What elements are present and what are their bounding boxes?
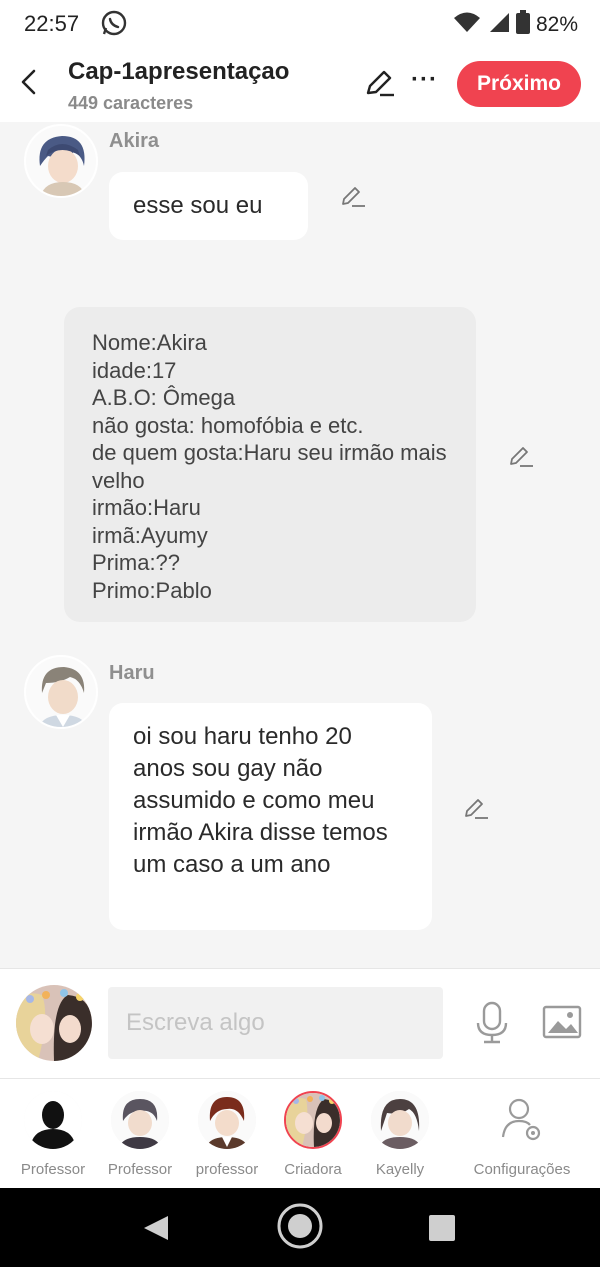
- chevron-left-icon: [21, 69, 36, 95]
- nav-home-icon[interactable]: [276, 1202, 324, 1255]
- character-count: 449 caracteres: [68, 93, 194, 113]
- character-avatar: [198, 1091, 256, 1149]
- composer-bar: [0, 968, 600, 1078]
- selected-character-avatar: [284, 1091, 342, 1149]
- microphone-icon[interactable]: [474, 1001, 510, 1050]
- pencil-icon: [366, 70, 394, 97]
- current-speaker-avatar[interactable]: [16, 985, 92, 1061]
- wifi-icon: [452, 11, 482, 38]
- character-label: Criadora: [284, 1161, 342, 1178]
- signal-icon: [488, 11, 510, 38]
- battery-percent: 82%: [535, 12, 578, 36]
- character-name-akira: Akira: [109, 130, 160, 152]
- character-label: Configurações: [473, 1161, 571, 1178]
- character-label: Kayelly: [375, 1161, 425, 1178]
- more-options-icon[interactable]: ···: [411, 66, 438, 94]
- character-avatar: [111, 1091, 169, 1149]
- character-label: Professor: [20, 1161, 86, 1178]
- status-icons: 82%: [452, 10, 578, 39]
- avatar-haru[interactable]: [24, 655, 98, 729]
- message-bubble-akira[interactable]: esse sou eu: [109, 172, 308, 240]
- edit-title-button[interactable]: [364, 68, 396, 103]
- character-kayelly[interactable]: Kayelly: [355, 1091, 445, 1178]
- status-bar: 22:57 82%: [0, 0, 600, 48]
- battery-icon: [515, 10, 530, 39]
- nav-back-icon[interactable]: [142, 1214, 170, 1247]
- nav-recents-icon[interactable]: [428, 1214, 456, 1247]
- character-label: professor: [195, 1161, 259, 1178]
- silhouette-avatar: [24, 1091, 82, 1149]
- character-professor-2[interactable]: Professor: [95, 1091, 185, 1178]
- character-avatar: [371, 1091, 429, 1149]
- character-professor-1[interactable]: Professor: [8, 1091, 98, 1178]
- user-settings-icon: [493, 1091, 551, 1149]
- character-criadora[interactable]: Criadora: [268, 1091, 358, 1178]
- character-name-haru: Haru: [109, 662, 155, 684]
- character-professor-3[interactable]: professor: [182, 1091, 272, 1178]
- message-bubble-haru[interactable]: oi sou haru tenho 20 anos sou gay não as…: [109, 703, 432, 930]
- status-time: 22:57: [24, 11, 80, 36]
- chat-area[interactable]: Akira esse sou eu Nome:Akira idade:17 A.…: [0, 122, 600, 968]
- message-input[interactable]: [108, 987, 443, 1059]
- pencil-icon: [465, 799, 488, 819]
- narration-bubble[interactable]: Nome:Akira idade:17 A.B.O: Ômega não gos…: [64, 307, 476, 622]
- pencil-icon: [342, 187, 365, 207]
- edit-narration-button[interactable]: [508, 444, 534, 473]
- character-selector: Professor Professor professor Criadora K…: [0, 1078, 600, 1188]
- system-nav-bar: [0, 1188, 600, 1267]
- chapter-header: Cap-1apresentaçao 449 caracteres ··· Pró…: [0, 48, 600, 122]
- back-button[interactable]: [14, 66, 42, 98]
- chapter-title[interactable]: Cap-1apresentaçao: [68, 58, 289, 86]
- edit-message-button[interactable]: [463, 796, 489, 825]
- whatsapp-icon: [100, 9, 128, 42]
- character-label: Professor: [107, 1161, 173, 1178]
- pencil-icon: [510, 447, 533, 467]
- image-upload-icon[interactable]: [542, 1005, 582, 1044]
- avatar-akira[interactable]: [24, 124, 98, 198]
- settings-button[interactable]: Configurações: [466, 1091, 578, 1178]
- next-button[interactable]: Próximo: [457, 61, 581, 107]
- edit-message-button[interactable]: [340, 184, 366, 213]
